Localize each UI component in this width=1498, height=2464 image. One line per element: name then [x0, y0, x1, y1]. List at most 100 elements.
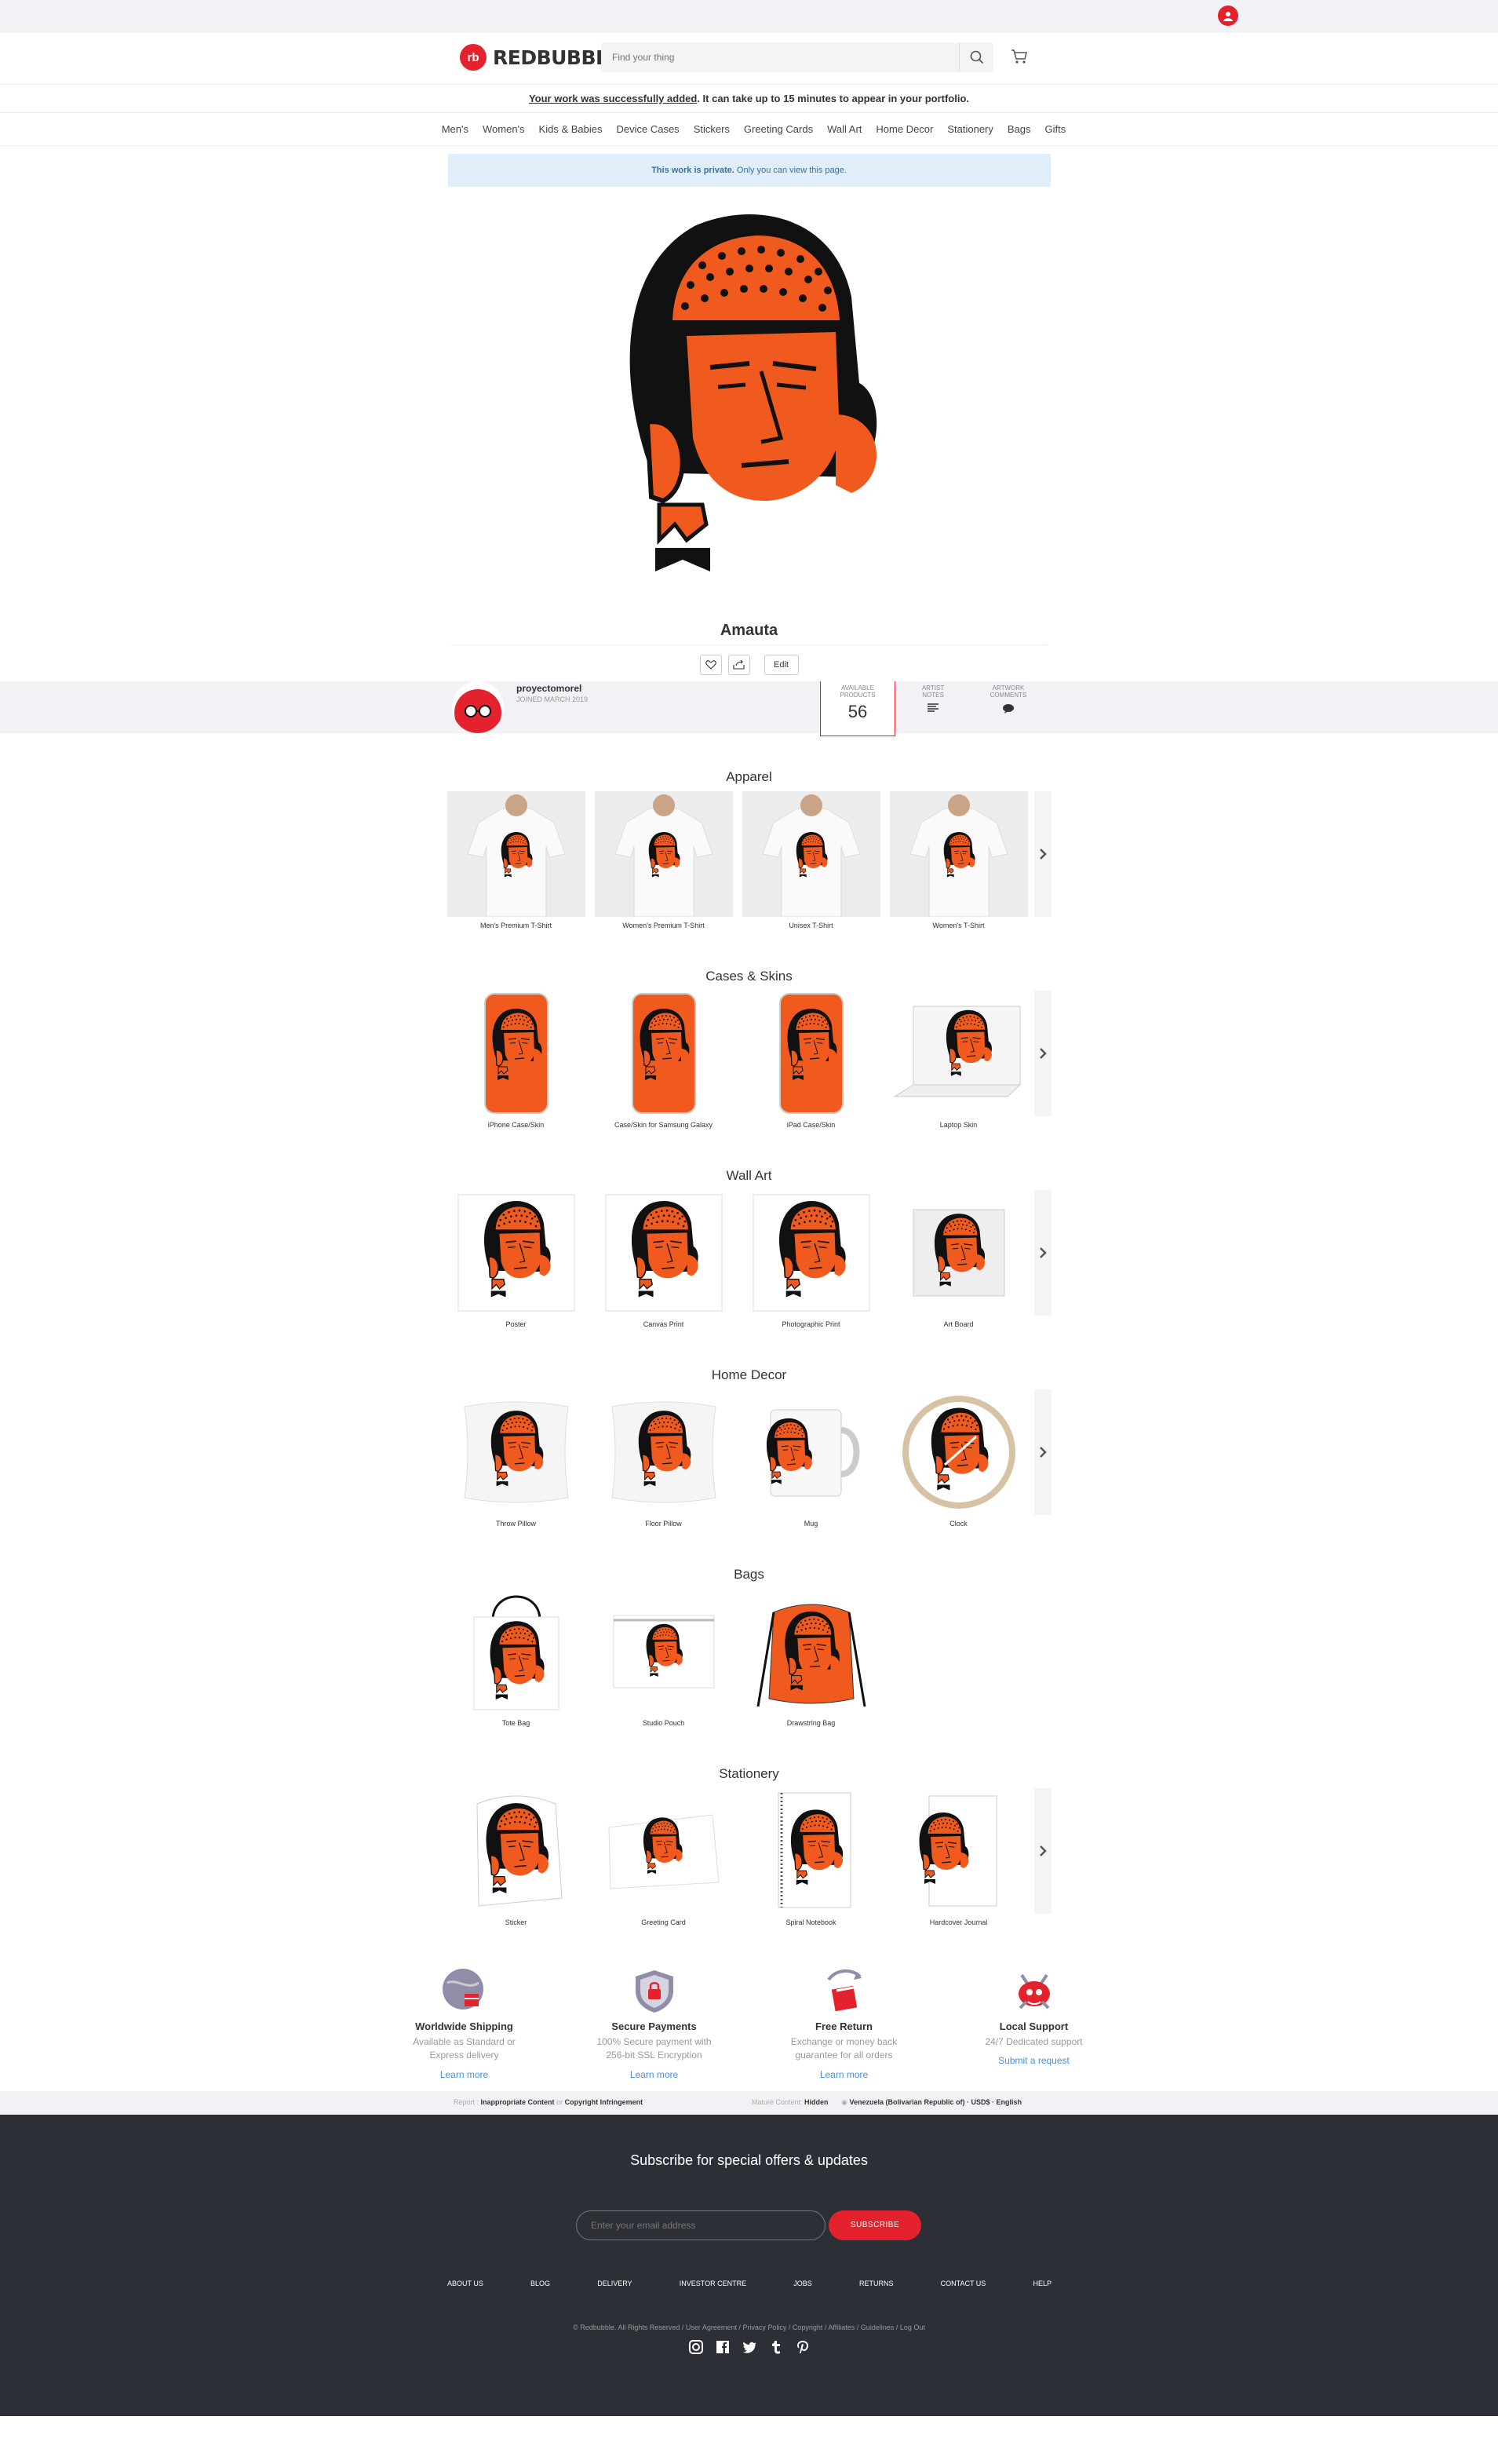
- product-card[interactable]: Spiral Notebook: [742, 1788, 880, 1926]
- product-card[interactable]: iPad Case/Skin: [742, 991, 880, 1129]
- nav-item-bags[interactable]: Bags: [1008, 123, 1031, 135]
- product-card[interactable]: Tote Bag: [447, 1589, 585, 1727]
- carousel-next-button[interactable]: [1033, 791, 1052, 917]
- nav-item-wall-art[interactable]: Wall Art: [827, 123, 862, 135]
- artist-name[interactable]: proyectomorel: [516, 683, 581, 694]
- redbubble-logo[interactable]: rb REDBUBBLE: [460, 44, 621, 71]
- artist-avatar[interactable]: [452, 681, 504, 733]
- product-card[interactable]: Mug: [742, 1389, 880, 1528]
- product-label: Clock: [949, 1520, 968, 1528]
- footer-link-jobs[interactable]: JOBS: [793, 2280, 812, 2287]
- nav-item-device-cases[interactable]: Device Cases: [616, 123, 679, 135]
- footer-link-blog[interactable]: BLOG: [530, 2280, 550, 2287]
- product-card[interactable]: Greeting Card: [595, 1788, 733, 1926]
- mature-setting-link[interactable]: Hidden: [804, 2098, 829, 2106]
- nav-item-home-decor[interactable]: Home Decor: [876, 123, 933, 135]
- cart-button[interactable]: [1011, 49, 1028, 68]
- product-card[interactable]: Poster: [447, 1190, 585, 1328]
- carousel-next-button[interactable]: [1033, 1389, 1052, 1515]
- share-button[interactable]: [727, 655, 750, 675]
- stat-label: AVAILABLE: [841, 684, 874, 692]
- product-label: Photographic Print: [782, 1320, 840, 1328]
- product-card[interactable]: Sticker: [447, 1788, 585, 1926]
- stat-artwork-comments[interactable]: ARTWORK COMMENTS: [971, 681, 1046, 733]
- report-copyright-link[interactable]: Copyright Infringement: [565, 2098, 643, 2106]
- carousel-next-button[interactable]: [1033, 1190, 1052, 1316]
- facebook-icon[interactable]: [713, 2338, 732, 2356]
- footer-link-investor[interactable]: INVESTOR CENTRE: [680, 2280, 746, 2287]
- support-creature-icon: [1018, 1973, 1050, 2010]
- email-input[interactable]: Enter your email address: [576, 2210, 826, 2240]
- product-card[interactable]: Women's Premium T-Shirt: [594, 791, 733, 929]
- search-button[interactable]: [959, 42, 993, 72]
- carousel-next-button[interactable]: [1033, 991, 1052, 1116]
- edit-button[interactable]: Edit: [764, 655, 799, 675]
- success-link[interactable]: Your work was successfully added: [529, 93, 697, 104]
- products-count: 56: [847, 702, 868, 721]
- instagram-icon[interactable]: [687, 2338, 705, 2356]
- account-avatar[interactable]: [1218, 5, 1238, 26]
- product-thumbnail: [742, 1190, 880, 1316]
- product-card[interactable]: Men's Premium T-Shirt: [446, 791, 585, 929]
- pinterest-icon[interactable]: [793, 2338, 812, 2356]
- product-card[interactable]: Laptop Skin: [890, 991, 1028, 1129]
- footer-link-help[interactable]: HELP: [1033, 2280, 1052, 2287]
- report-bar: Report : Inappropriate Content or Copyri…: [0, 2090, 1498, 2115]
- product-card[interactable]: Hardcover Journal: [890, 1788, 1028, 1926]
- locale-selector[interactable]: Venezuela (Bolivarian Republic of) · USD…: [849, 2098, 1022, 2106]
- stat-label: ARTIST: [921, 684, 945, 692]
- feature-highlights: Worldwide Shipping Available as Standard…: [0, 1966, 1498, 2080]
- product-label: Mug: [804, 1520, 818, 1528]
- product-thumbnail: [890, 1788, 1028, 1914]
- nav-item-stickers[interactable]: Stickers: [694, 123, 730, 135]
- product-thumbnail: [742, 991, 880, 1116]
- favorite-button[interactable]: [699, 655, 722, 675]
- learn-more-link[interactable]: Learn more: [749, 2069, 939, 2080]
- nav-item-kids-babies[interactable]: Kids & Babies: [539, 123, 603, 135]
- legal-links[interactable]: © Redbubble. All Rights Reserved / User …: [0, 2323, 1498, 2331]
- product-card[interactable]: Clock: [890, 1389, 1028, 1528]
- product-thumbnail: [447, 1589, 585, 1714]
- tumblr-icon[interactable]: [767, 2338, 785, 2356]
- stat-available-products[interactable]: AVAILABLE PRODUCTS 56: [820, 681, 895, 736]
- subscribe-button[interactable]: SUBSCRIBE: [829, 2210, 921, 2240]
- search-input[interactable]: [601, 42, 959, 72]
- product-card[interactable]: Art Board: [890, 1190, 1028, 1328]
- product-card[interactable]: Women's T-Shirt: [889, 791, 1028, 929]
- report-inappropriate-link[interactable]: Inappropriate Content: [481, 2098, 555, 2106]
- learn-more-link[interactable]: Learn more: [559, 2069, 749, 2080]
- product-card[interactable]: Canvas Print: [595, 1190, 733, 1328]
- product-thumbnail: [447, 1190, 585, 1316]
- product-thumbnail: [595, 991, 733, 1116]
- product-card[interactable]: Unisex T-Shirt: [742, 791, 880, 929]
- product-thumbnail: [595, 1788, 733, 1914]
- footer-link-contact[interactable]: CONTACT US: [941, 2280, 986, 2287]
- product-card[interactable]: Floor Pillow: [595, 1389, 733, 1528]
- product-row: Throw Pillow Floor Pillow Mug Clock: [447, 1389, 1052, 1528]
- product-card[interactable]: Case/Skin for Samsung Galaxy: [595, 991, 733, 1129]
- product-label: Laptop Skin: [939, 1121, 978, 1129]
- nav-item-womens[interactable]: Women's: [483, 123, 525, 135]
- product-card[interactable]: Drawstring Bag: [742, 1589, 880, 1727]
- stat-artist-notes[interactable]: ARTIST NOTES: [895, 681, 971, 733]
- footer-link-delivery[interactable]: DELIVERY: [597, 2280, 632, 2287]
- learn-more-link[interactable]: Learn more: [370, 2069, 559, 2080]
- product-card[interactable]: Studio Pouch: [595, 1589, 733, 1727]
- submit-request-link[interactable]: Submit a request: [939, 2055, 1129, 2066]
- product-thumbnail: [890, 1190, 1028, 1316]
- twitter-icon[interactable]: [740, 2338, 759, 2356]
- heart-icon: [705, 660, 716, 670]
- carousel-next-button[interactable]: [1033, 1788, 1052, 1914]
- footer-link-returns[interactable]: RETURNS: [859, 2280, 894, 2287]
- section-title: Stationery: [719, 1766, 779, 1781]
- nav-item-mens[interactable]: Men's: [442, 123, 468, 135]
- nav-item-greeting-cards[interactable]: Greeting Cards: [744, 123, 813, 135]
- stat-label: COMMENTS: [990, 692, 1027, 699]
- feature-local-support: Local Support 24/7 Dedicated support Sub…: [939, 1966, 1129, 2080]
- footer-link-about[interactable]: ABOUT US: [447, 2280, 483, 2287]
- product-card[interactable]: Photographic Print: [742, 1190, 880, 1328]
- nav-item-gifts[interactable]: Gifts: [1045, 123, 1066, 135]
- product-card[interactable]: iPhone Case/Skin: [447, 991, 585, 1129]
- nav-item-stationery[interactable]: Stationery: [947, 123, 993, 135]
- product-card[interactable]: Throw Pillow: [447, 1389, 585, 1528]
